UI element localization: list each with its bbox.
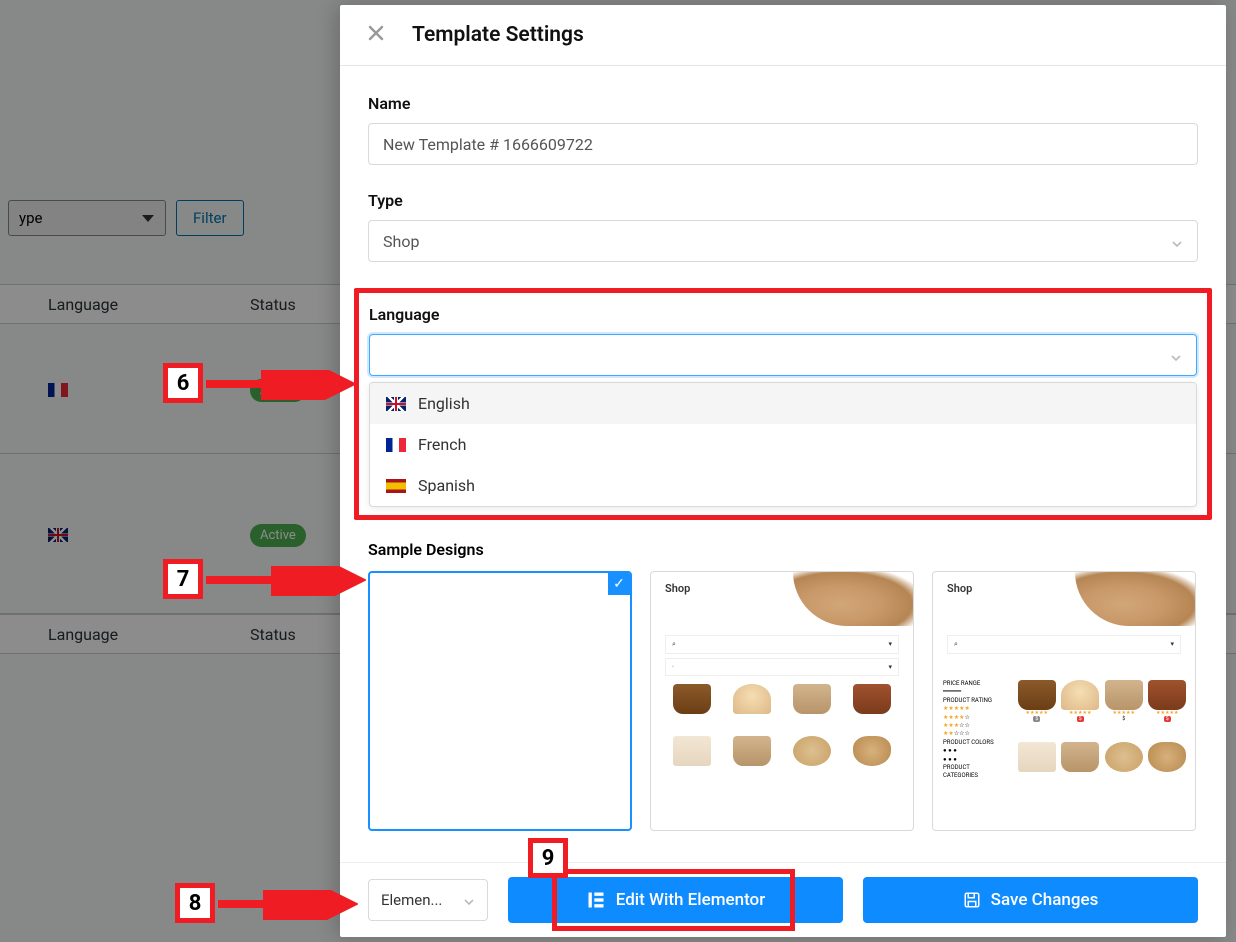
close-button[interactable] [368, 24, 384, 46]
language-section-highlight: Language English French Spanish [354, 288, 1212, 520]
status-badge: Active [250, 524, 306, 547]
editor-value: Elemen... [381, 891, 442, 909]
sample-design-blank[interactable]: ✓ [368, 571, 632, 831]
spain-flag-icon [386, 479, 406, 493]
type-select[interactable]: Shop [368, 220, 1198, 262]
thumb-sidebar: PRICE RANGE━━━━━PRODUCT RATING ★★★★★ ★★★… [943, 680, 1005, 781]
close-icon [368, 22, 384, 47]
annotation-badge-6: 6 [163, 363, 203, 403]
name-input[interactable] [368, 123, 1198, 165]
language-option-label: Spanish [418, 476, 475, 495]
annotation-arrow-7 [206, 566, 366, 596]
th-status: Status [250, 295, 296, 314]
template-settings-modal: Template Settings Name Type Shop Languag… [340, 5, 1226, 937]
type-label: Type [368, 191, 1198, 210]
uk-flag-icon [386, 397, 406, 411]
filter-button[interactable]: Filter [176, 200, 244, 236]
language-option-label: English [418, 394, 470, 413]
modal-title: Template Settings [412, 23, 584, 47]
save-button-label: Save Changes [991, 890, 1099, 910]
language-select[interactable] [369, 334, 1197, 376]
editor-select[interactable]: Elemen... [368, 879, 488, 921]
check-icon: ✓ [608, 573, 630, 595]
th-language: Language [0, 625, 250, 644]
language-label: Language [369, 305, 1197, 324]
language-option-label: French [418, 435, 466, 454]
elementor-icon [586, 890, 606, 910]
annotation-arrow-8 [218, 890, 358, 920]
th-language: Language [0, 295, 250, 314]
language-option-english[interactable]: English [370, 383, 1196, 424]
uk-flag-icon [48, 528, 68, 542]
type-value: Shop [383, 232, 419, 251]
annotation-badge-9: 9 [528, 838, 568, 878]
chevron-down-icon [463, 894, 475, 906]
annotation-badge-7: 7 [163, 559, 203, 599]
annotation-badge-8: 8 [175, 883, 215, 923]
france-flag-icon [48, 383, 68, 397]
bg-type-select[interactable]: ype [8, 200, 166, 236]
chevron-down-icon [1171, 235, 1183, 247]
language-option-french[interactable]: French [370, 424, 1196, 465]
language-option-spanish[interactable]: Spanish [370, 465, 1196, 506]
annotation-arrow-6 [206, 370, 356, 400]
save-icon [963, 891, 981, 909]
chevron-down-icon [1170, 349, 1182, 361]
france-flag-icon [386, 438, 406, 452]
name-label: Name [368, 94, 1198, 113]
sample-design-sidebar[interactable]: Shop ⌕▾ PRICE RANGE━━━━━PRODUCT RATING ★… [932, 571, 1196, 831]
language-dropdown: English French Spanish [369, 382, 1197, 507]
edit-with-elementor-button[interactable]: Edit With Elementor [508, 877, 843, 923]
sample-designs-label: Sample Designs [368, 540, 1198, 559]
edit-button-label: Edit With Elementor [616, 890, 765, 910]
th-status: Status [250, 625, 296, 644]
sample-design-grid[interactable]: Shop ⌕▾ ·▾ [650, 571, 914, 831]
save-changes-button[interactable]: Save Changes [863, 877, 1198, 923]
